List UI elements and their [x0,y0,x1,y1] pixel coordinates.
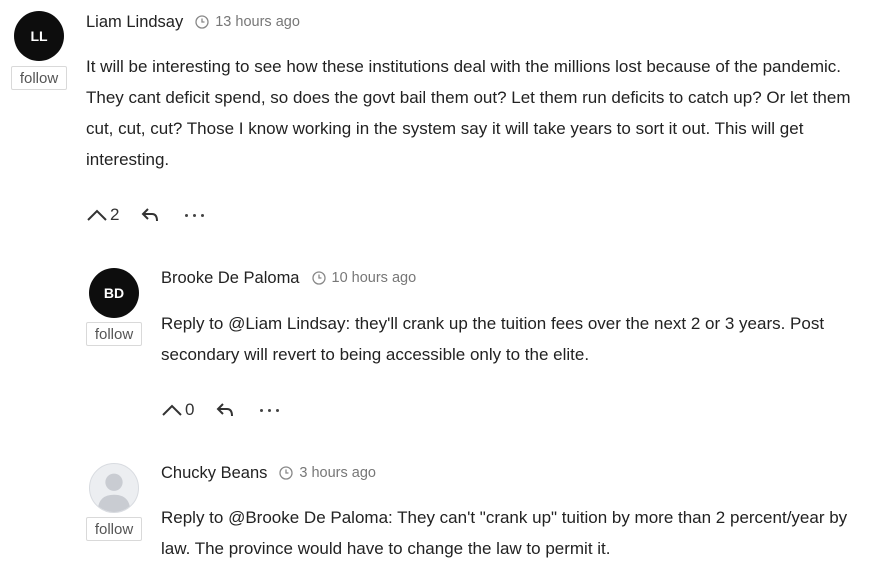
timestamp-text: 13 hours ago [215,14,300,30]
more-icon[interactable] [185,213,205,217]
timestamp: 3 hours ago [279,465,376,481]
upvote-button[interactable]: 2 [86,205,119,225]
comment-header: Brooke De Paloma 10 hours ago [161,267,416,289]
reply-icon[interactable] [216,402,234,418]
follow-button[interactable]: follow [11,66,67,90]
reply-icon[interactable] [141,207,159,223]
follow-button[interactable]: follow [86,322,142,346]
avatar[interactable] [89,463,139,513]
author-name[interactable]: Brooke De Paloma [161,269,300,288]
comment-body: Reply to @Liam Lindsay: they'll crank up… [161,314,825,364]
chevron-up-icon [87,209,107,221]
comment-body: Reply to @Brooke De Paloma: They can't "… [161,508,848,558]
comment-body: It will be interesting to see how these … [86,57,851,169]
upvote-count: 2 [110,205,120,224]
user-silhouette-icon [97,473,131,512]
chevron-up-icon [162,404,182,416]
follow-button[interactable]: follow [86,517,142,541]
clock-icon [279,466,294,480]
comment-header: Liam Lindsay 13 hours ago [86,11,300,33]
comment-actions: 2 [86,203,205,227]
more-icon[interactable] [260,408,280,412]
upvote-count: 0 [185,400,195,419]
avatar[interactable]: LL [14,11,64,61]
upvote-button[interactable]: 0 [161,400,194,420]
clock-icon [311,271,326,285]
clock-icon [195,15,209,29]
timestamp-text: 3 hours ago [299,465,376,481]
avatar-initials: BD [103,285,125,301]
author-name[interactable]: Chucky Beans [161,464,267,483]
avatar[interactable]: BD [89,268,139,318]
author-name[interactable]: Liam Lindsay [86,13,183,32]
comment-header: Chucky Beans 3 hours ago [161,462,376,484]
comment-actions: 0 [161,398,280,422]
avatar-initials: LL [30,28,48,44]
timestamp: 10 hours ago [311,270,417,286]
timestamp: 13 hours ago [195,14,300,30]
timestamp-text: 10 hours ago [331,270,417,286]
